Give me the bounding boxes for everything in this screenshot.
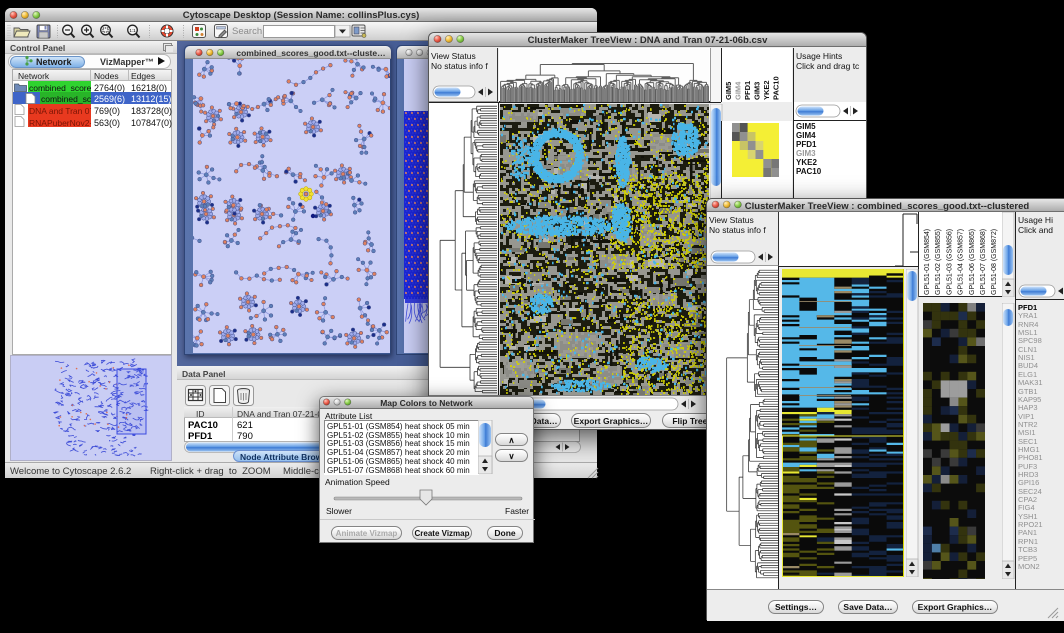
svg-text:GPL51-02 (GSM855): GPL51-02 (GSM855): [935, 229, 942, 295]
svg-text:YKE2: YKE2: [762, 80, 771, 100]
svg-text:GIM4: GIM4: [734, 81, 743, 100]
svg-text:GPL51-03 (GSM856): GPL51-03 (GSM856): [946, 229, 953, 295]
svg-text:GPL51-01 (GSM854): GPL51-01 (GSM854): [924, 229, 931, 295]
svg-text:GIM3: GIM3: [753, 82, 762, 100]
svg-text:PFD1: PFD1: [743, 81, 752, 100]
svg-text:GPL51-04 (GSM857): GPL51-04 (GSM857): [958, 229, 965, 295]
svg-text:GPL51-08 (GSM872): GPL51-08 (GSM872): [991, 229, 998, 295]
svg-text:GPL51-07 (GSM868): GPL51-07 (GSM868): [980, 229, 987, 295]
svg-text:GIM5: GIM5: [724, 82, 733, 100]
svg-text:1:1: 1:1: [129, 28, 136, 33]
svg-text:GPL51-06 (GSM865): GPL51-06 (GSM865): [969, 229, 976, 295]
svg-text:PAC10: PAC10: [772, 76, 781, 100]
